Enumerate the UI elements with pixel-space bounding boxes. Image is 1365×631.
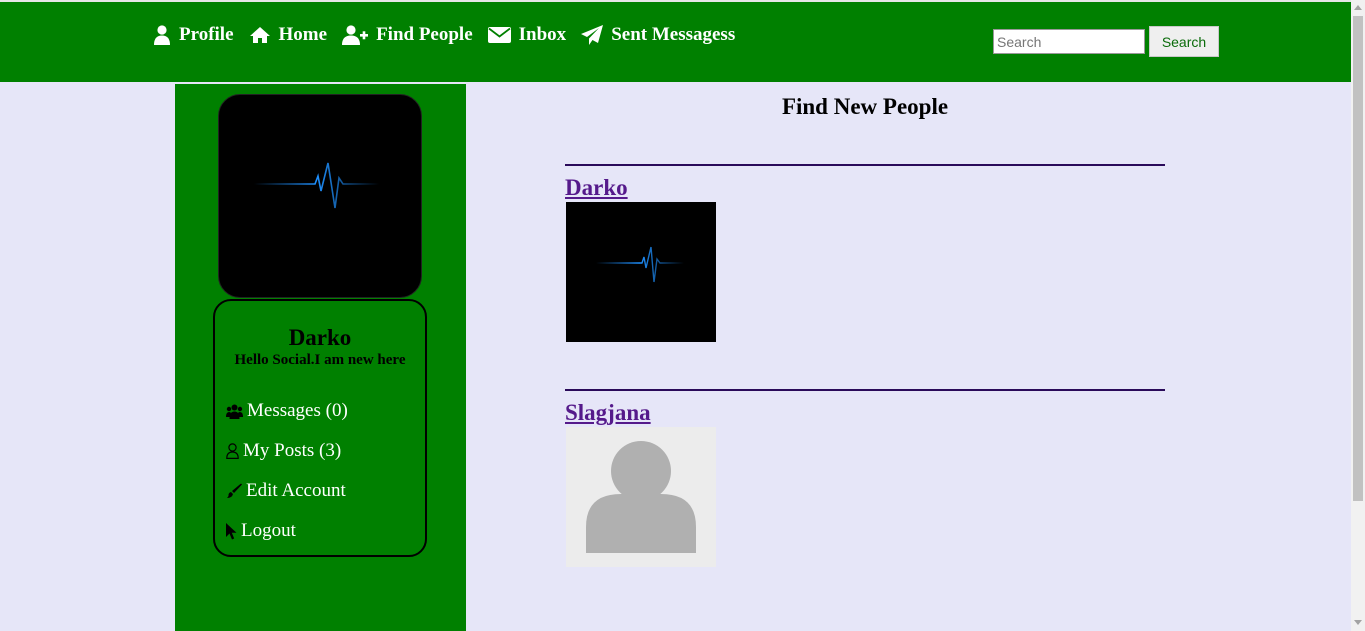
sidebar-item-edit-account[interactable]: Edit Account	[226, 471, 425, 511]
sidebar-item-my-posts-label: My Posts (3)	[243, 440, 342, 461]
user-icon	[154, 25, 170, 45]
sidebar-item-logout[interactable]: Logout	[226, 511, 425, 551]
brush-icon	[227, 483, 242, 498]
sidebar-item-my-posts[interactable]: My Posts (3)	[226, 431, 425, 471]
person-card-darko: Darko	[565, 164, 1165, 342]
divider	[565, 389, 1165, 391]
person-name-link[interactable]: Darko	[565, 175, 628, 201]
nav-find-people-link[interactable]: Find People	[342, 24, 473, 46]
nav-profile-label: Profile	[179, 24, 234, 45]
nav-inbox-label: Inbox	[518, 24, 567, 45]
home-icon	[249, 27, 270, 43]
sidebar-menu: Messages (0) My Posts (3) Edit Account L…	[215, 391, 425, 551]
nav-sent-messages-label: Sent Messagess	[611, 24, 736, 45]
heartbeat-image	[254, 162, 379, 209]
profile-card: Darko Hello Social.I am new here Message…	[213, 299, 427, 557]
nav-sent-messages-link[interactable]: Sent Messagess	[581, 24, 735, 46]
cursor-icon	[226, 522, 237, 539]
nav-home-link[interactable]: Home	[249, 24, 328, 46]
person-card-slagjana: Slagjana	[565, 389, 1165, 567]
divider	[565, 164, 1165, 166]
heartbeat-image[interactable]	[566, 202, 716, 342]
page-scrollbar[interactable]	[1351, 0, 1365, 631]
default-avatar-image[interactable]	[566, 427, 716, 567]
nav-links: Profile Home Find People Inbox Sent Mess…	[153, 24, 750, 46]
scrollbar-thumb[interactable]	[1353, 16, 1363, 501]
profile-bio: Hello Social.I am new here	[234, 352, 406, 368]
nav-profile-link[interactable]: Profile	[153, 24, 234, 46]
profile-avatar	[218, 94, 422, 298]
profile-name: Darko	[288, 325, 352, 350]
search-button[interactable]: Search	[1149, 26, 1219, 57]
sidebar-item-messages[interactable]: Messages (0)	[226, 391, 425, 431]
user-outline-icon	[226, 443, 239, 459]
profile-sidebar: Darko Hello Social.I am new here Message…	[175, 84, 466, 631]
nav-inbox-link[interactable]: Inbox	[487, 24, 567, 46]
sidebar-item-logout-label: Logout	[241, 520, 296, 541]
envelope-icon	[487, 27, 511, 43]
scroll-down-arrow-icon[interactable]	[1354, 620, 1362, 625]
scroll-up-arrow-icon[interactable]	[1354, 5, 1362, 10]
search-input[interactable]	[993, 29, 1145, 54]
sidebar-item-edit-account-label: Edit Account	[246, 480, 346, 501]
nav-find-people-label: Find People	[376, 24, 473, 45]
paper-plane-icon	[581, 25, 604, 45]
user-plus-icon	[342, 25, 369, 45]
page-title: Find New People	[781, 94, 949, 119]
nav-home-label: Home	[278, 24, 328, 45]
sidebar-item-messages-label: Messages (0)	[247, 400, 348, 421]
top-navbar: Profile Home Find People Inbox Sent Mess…	[0, 2, 1351, 82]
person-name-link[interactable]: Slagjana	[565, 400, 651, 426]
users-icon	[226, 404, 243, 419]
